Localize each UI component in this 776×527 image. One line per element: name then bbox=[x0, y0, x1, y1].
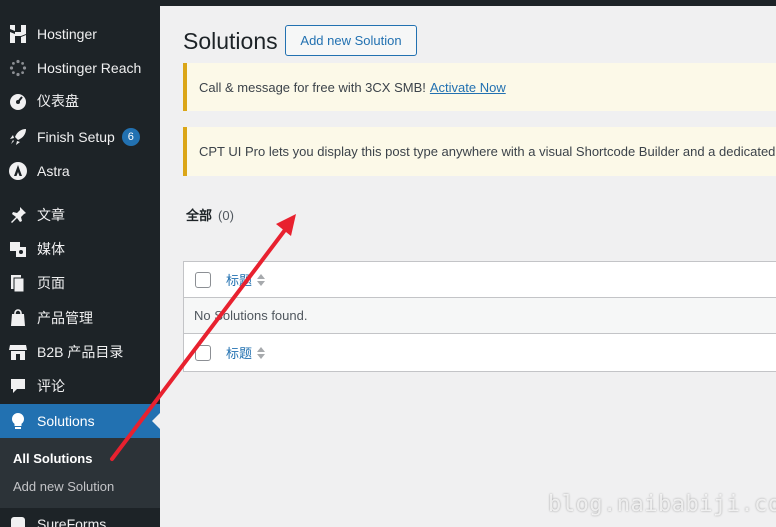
lightbulb-icon bbox=[0, 411, 36, 431]
admin-sidebar: Hostinger Hostinger Reach 仪表盘 Finish Set… bbox=[0, 6, 160, 527]
sidebar-item-dashboard[interactable]: 仪表盘 bbox=[0, 84, 160, 118]
activate-now-link[interactable]: Activate Now bbox=[430, 80, 506, 95]
table-footer-row: 标题 bbox=[184, 334, 776, 371]
sidebar-item-media[interactable]: 媒体 bbox=[0, 232, 160, 266]
store-icon bbox=[0, 308, 36, 328]
view-all[interactable]: 全部 bbox=[186, 208, 212, 223]
hostinger-icon bbox=[0, 24, 36, 44]
sidebar-item-hostinger-reach[interactable]: Hostinger Reach bbox=[0, 51, 160, 85]
solutions-submenu: All Solutions Add new Solution bbox=[0, 438, 160, 508]
sidebar-item-hostinger[interactable]: Hostinger bbox=[0, 17, 160, 51]
sidebar-item-comments[interactable]: 评论 bbox=[0, 369, 160, 403]
main-content: Solutions Add new Solution Call & messag… bbox=[160, 6, 776, 527]
astra-icon bbox=[0, 161, 36, 181]
sidebar-item-finish-setup[interactable]: Finish Setup 6 bbox=[0, 120, 160, 154]
pin-icon bbox=[0, 205, 36, 225]
title-column-header[interactable]: 标题 bbox=[226, 270, 266, 289]
sureforms-icon bbox=[0, 514, 36, 527]
update-count-badge: 6 bbox=[121, 128, 140, 146]
select-all-checkbox-footer[interactable] bbox=[195, 344, 211, 361]
sidebar-item-solutions[interactable]: Solutions bbox=[0, 404, 160, 438]
notice-cpt-ui-pro: CPT UI Pro lets you display this post ty… bbox=[183, 127, 776, 176]
empty-message: No Solutions found. bbox=[194, 308, 308, 323]
reach-icon bbox=[0, 59, 36, 77]
sidebar-item-astra[interactable]: Astra bbox=[0, 154, 160, 188]
sidebar-item-products[interactable]: 产品管理 bbox=[0, 301, 160, 335]
sidebar-item-sureforms[interactable]: SureForms bbox=[0, 507, 160, 527]
storefront-icon bbox=[0, 342, 36, 362]
media-icon bbox=[0, 239, 36, 259]
solutions-table: 标题 No Solutions found. 标题 bbox=[183, 261, 776, 372]
sidebar-item-b2b-catalog[interactable]: B2B 产品目录 bbox=[0, 335, 160, 369]
title-column-footer-label: 标题 bbox=[226, 346, 253, 361]
rocket-icon bbox=[0, 127, 36, 147]
view-all-count: (0) bbox=[218, 208, 234, 223]
sidebar-item-pages[interactable]: 页面 bbox=[0, 266, 160, 300]
table-row: No Solutions found. bbox=[184, 298, 776, 334]
submenu-add-new-solution[interactable]: Add new Solution bbox=[13, 479, 114, 494]
sort-icon bbox=[257, 346, 266, 359]
title-column-footer[interactable]: 标题 bbox=[226, 343, 266, 362]
watermark: blog.naibabiji.com bbox=[548, 492, 776, 517]
title-column-label: 标题 bbox=[226, 273, 253, 288]
dashboard-icon bbox=[0, 91, 36, 111]
select-all-checkbox[interactable] bbox=[195, 271, 211, 288]
page-title: Solutions bbox=[183, 28, 278, 54]
submenu-all-solutions[interactable]: All Solutions bbox=[13, 451, 92, 466]
notice-3cx-text: Call & message for free with 3CX SMB! bbox=[199, 79, 426, 95]
notice-3cx: Call & message for free with 3CX SMB! Ac… bbox=[183, 63, 776, 111]
notice-cpt-ui-pro-text: CPT UI Pro lets you display this post ty… bbox=[199, 144, 776, 159]
pages-icon bbox=[0, 273, 36, 293]
table-header-row: 标题 bbox=[184, 262, 776, 298]
sidebar-item-posts[interactable]: 文章 bbox=[0, 198, 160, 232]
comment-icon bbox=[0, 376, 36, 396]
add-new-solution-button[interactable]: Add new Solution bbox=[285, 25, 417, 56]
sort-icon bbox=[257, 273, 266, 286]
status-views: 全部 (0) bbox=[186, 205, 234, 224]
